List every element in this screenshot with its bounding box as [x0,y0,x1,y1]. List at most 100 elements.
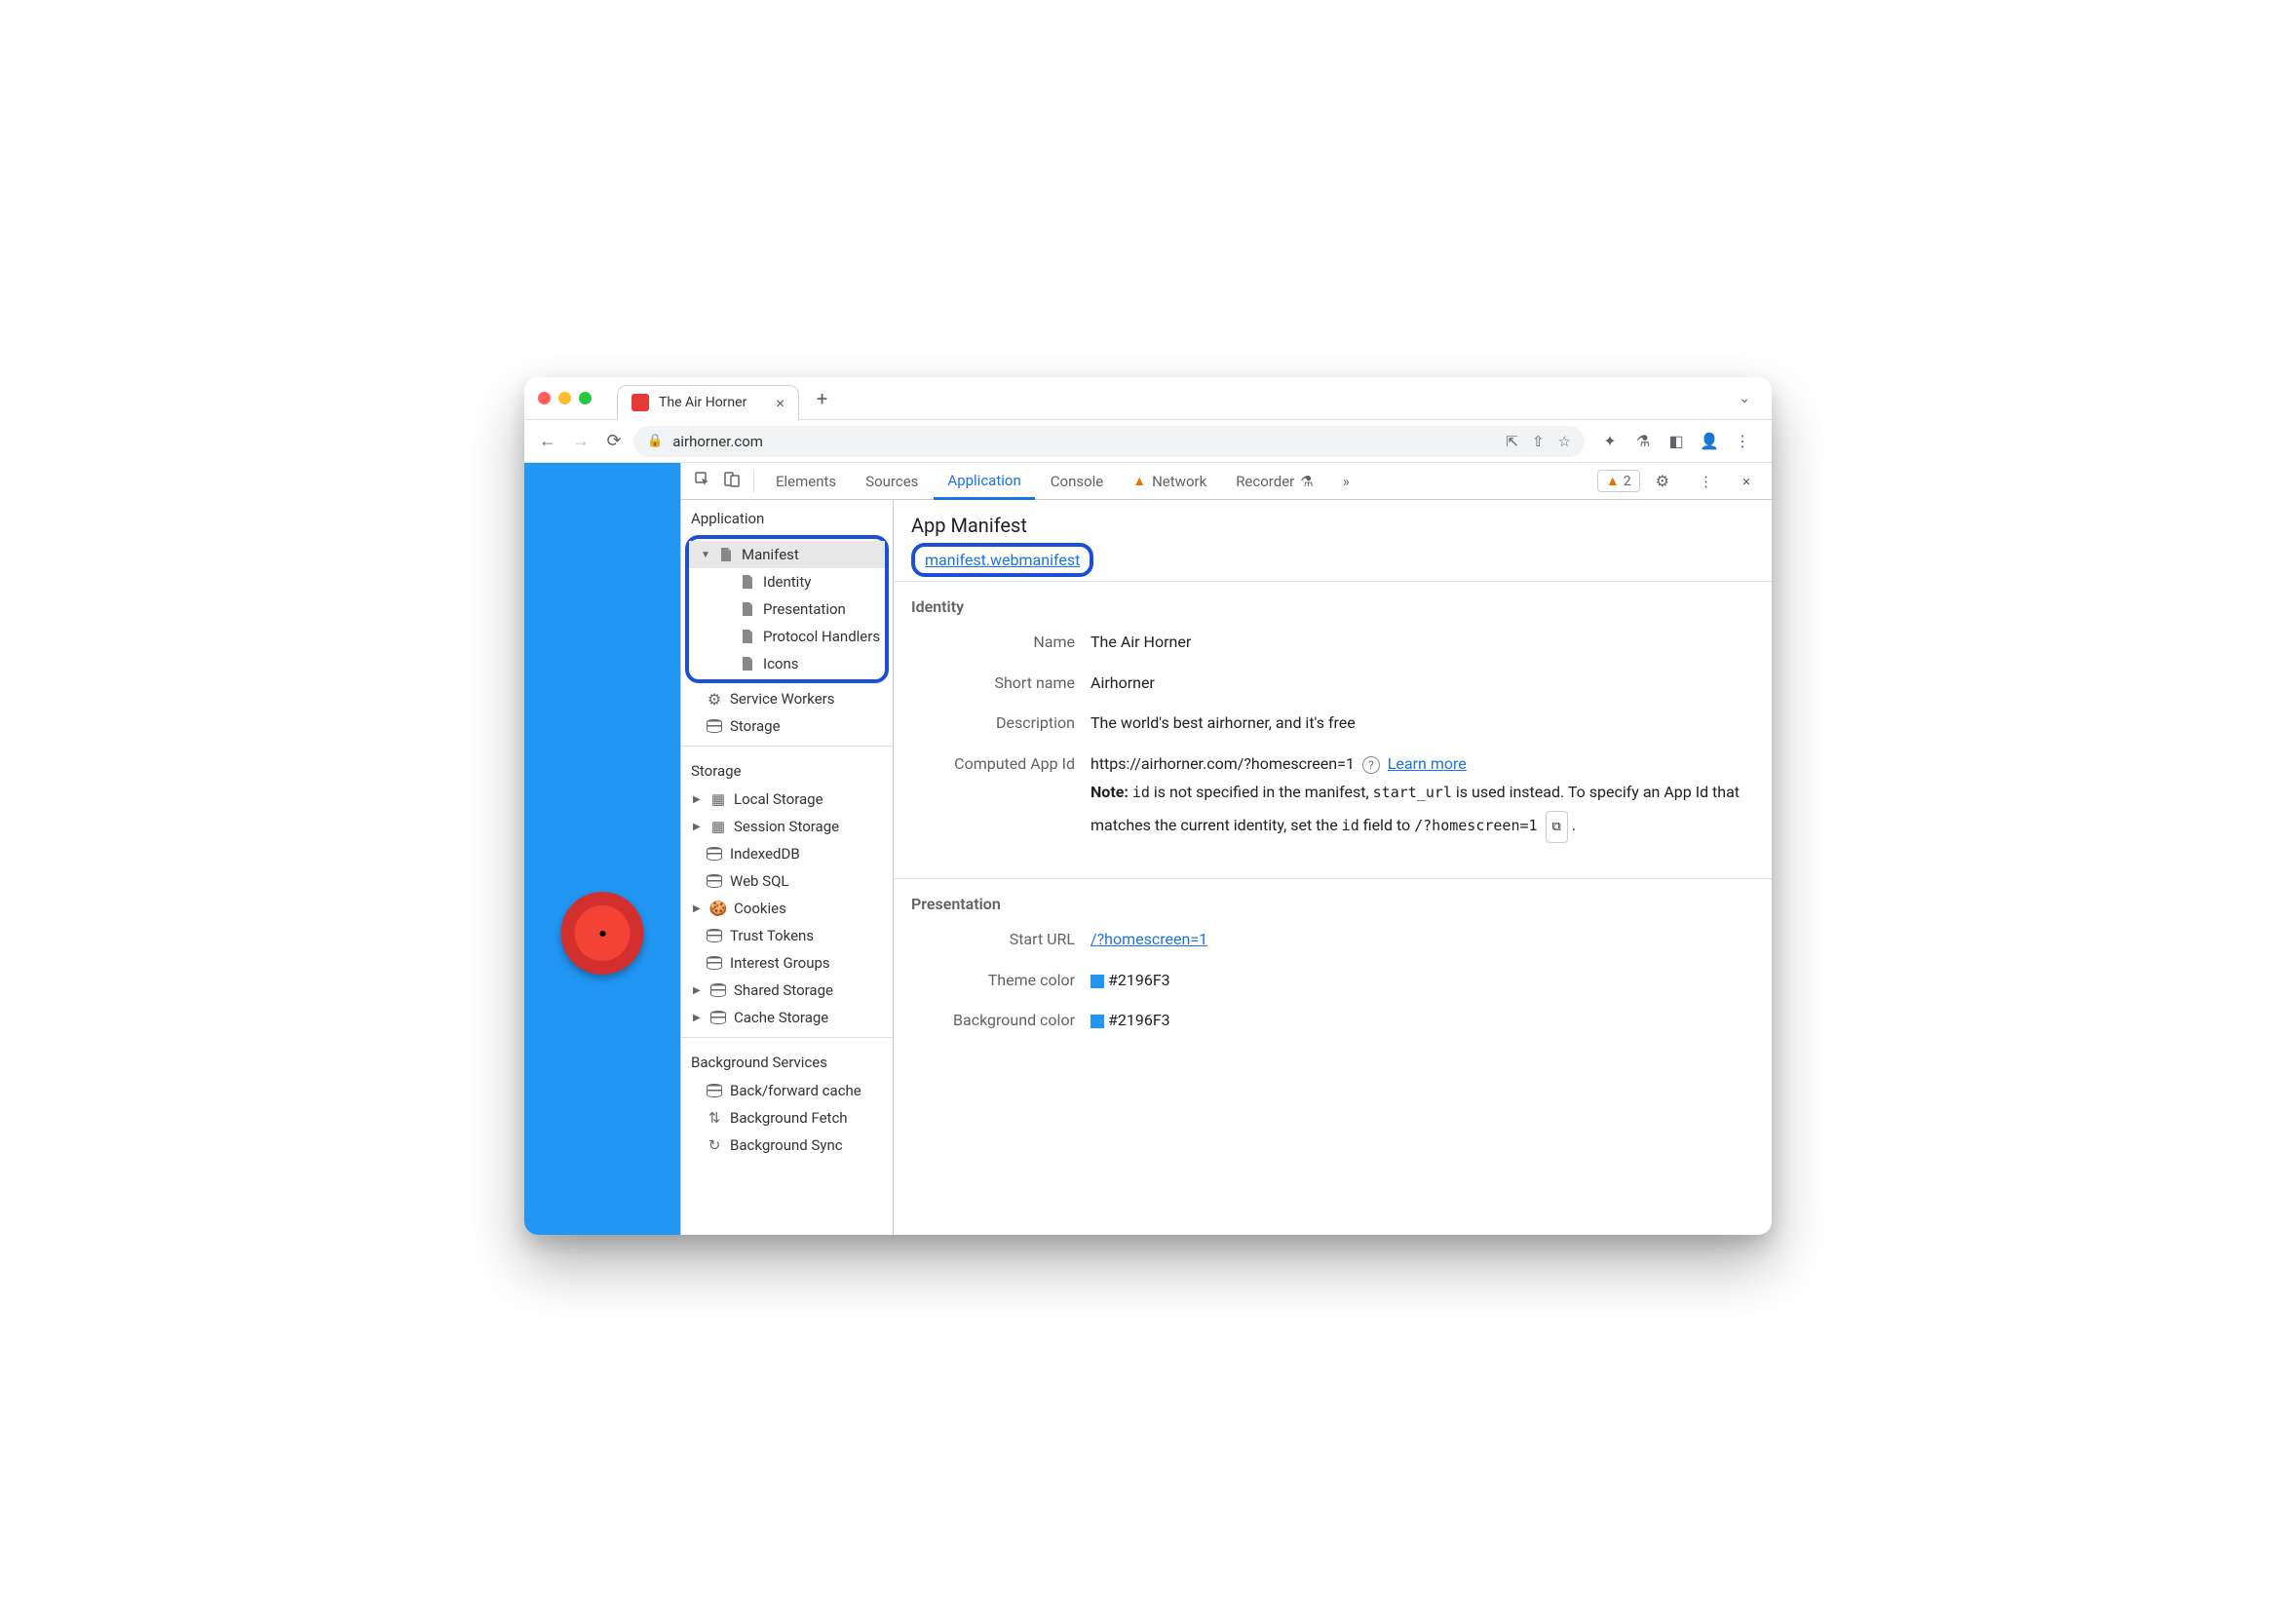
warning-icon: ▲ [1132,473,1146,489]
manifest-highlight: ▼ Manifest Identity Presentation Protoco… [685,535,889,683]
sidebar-item-cookies[interactable]: ▶🍪Cookies [681,895,893,922]
shortname-value: Airhorner [1091,671,1754,696]
sidebar-item-session-storage[interactable]: ▶▦Session Storage [681,813,893,840]
url-text: airhorner.com [672,433,763,450]
sidebar-item-storage[interactable]: Storage [681,712,893,740]
sidebar-item-shared-storage[interactable]: ▶Shared Storage [681,977,893,1004]
copy-button[interactable]: ⧉ [1546,811,1568,843]
browser-toolbar: ← → ⟳ 🔒 airhorner.com ⇱ ⇧ ☆ ✦ ⚗ ◧ 👤 ⋮ [524,420,1772,463]
file-icon [740,629,755,644]
database-icon [707,846,722,862]
sidebar-item-cache-storage[interactable]: ▶Cache Storage [681,1004,893,1031]
database-icon [710,982,726,998]
close-window-button[interactable] [538,392,551,404]
section-title-presentation: Presentation [911,895,1754,913]
new-tab-button[interactable]: + [817,387,827,410]
back-button[interactable]: ← [534,428,561,455]
learn-more-link[interactable]: Learn more [1388,754,1467,773]
inspect-element-button[interactable] [689,468,716,495]
themecolor-label: Theme color [911,968,1075,993]
extension-icons: ✦ ⚗ ◧ 👤 ⋮ [1590,430,1762,453]
extensions-button[interactable]: ✦ [1598,430,1622,453]
database-icon [707,928,722,943]
tab-close-button[interactable]: × [776,394,784,412]
sidebar-item-websql[interactable]: Web SQL [681,867,893,895]
browser-tab[interactable]: The Air Horner × [617,385,799,420]
bookmark-icon[interactable]: ☆ [1558,433,1571,450]
titlebar: The Air Horner × + ⌄ [524,377,1772,420]
help-icon[interactable]: ? [1362,756,1380,774]
appid-value: https://airhorner.com/?homescreen=1 ? Le… [1091,751,1754,843]
database-icon [710,1010,726,1025]
sidebar-item-local-storage[interactable]: ▶▦Local Storage [681,786,893,813]
sidebar-item-bg-fetch[interactable]: ⇅Background Fetch [681,1104,893,1132]
profile-button[interactable]: 👤 [1698,430,1721,453]
sidebar-item-service-workers[interactable]: ⚙Service Workers [681,685,893,712]
manifest-file-link[interactable]: manifest.webmanifest [925,551,1080,569]
minimize-window-button[interactable] [558,392,571,404]
airhorn-button[interactable] [561,892,644,975]
table-icon: ▦ [710,791,726,807]
forward-button[interactable]: → [567,428,594,455]
file-icon [740,601,755,617]
install-icon[interactable]: ⇱ [1506,433,1518,450]
description-value: The world's best airhorner, and it's fre… [1091,710,1754,736]
name-label: Name [911,630,1075,655]
sidebar-item-protocol-handlers[interactable]: Protocol Handlers [689,623,885,650]
devtools-tabbar: Elements Sources Application Console ▲Ne… [681,463,1772,500]
tabs-dropdown-button[interactable]: ⌄ [1731,391,1758,406]
issues-badge[interactable]: ▲2 [1597,470,1640,492]
flask-icon: ⚗ [1300,473,1313,490]
bgcolor-label: Background color [911,1008,1075,1033]
sidebar-item-presentation[interactable]: Presentation [689,595,885,623]
sidebar-item-icons[interactable]: Icons [689,650,885,677]
database-icon [707,873,722,889]
table-icon: ▦ [710,819,726,834]
chevron-right-icon: ▶ [693,794,703,805]
appid-label: Computed App Id [911,751,1075,777]
chevron-down-icon: ▼ [701,550,710,560]
tab-elements[interactable]: Elements [762,465,850,498]
sidebar-item-interest-groups[interactable]: Interest Groups [681,949,893,977]
sidebar-item-identity[interactable]: Identity [689,568,885,595]
address-bar[interactable]: 🔒 airhorner.com ⇱ ⇧ ☆ [633,426,1585,457]
tab-network[interactable]: ▲Network [1119,465,1220,498]
warning-icon: ▲ [1606,473,1620,489]
starturl-link[interactable]: /?homescreen=1 [1091,930,1207,948]
sidebar-item-bfcache[interactable]: Back/forward cache [681,1077,893,1104]
more-tabs-button[interactable]: » [1329,465,1363,498]
file-icon [740,574,755,590]
bgcolor-value: #2196F3 [1091,1008,1754,1033]
tab-application[interactable]: Application [934,464,1034,500]
maximize-window-button[interactable] [579,392,592,404]
reload-button[interactable]: ⟳ [600,428,628,455]
sidebar-item-trust-tokens[interactable]: Trust Tokens [681,922,893,949]
sidebar-group-background: Background Services [681,1044,893,1077]
chevron-right-icon: ▶ [693,822,703,832]
panel-title: App Manifest [911,514,1754,537]
device-toolbar-button[interactable] [718,468,746,495]
sidebar-item-indexeddb[interactable]: IndexedDB [681,840,893,867]
browser-window: The Air Horner × + ⌄ ← → ⟳ 🔒 airhorner.c… [524,377,1772,1235]
devtools-menu-button[interactable]: ⋮ [1685,465,1727,498]
file-icon [718,547,734,562]
database-icon [707,1083,722,1098]
favicon-icon [631,394,649,411]
share-icon[interactable]: ⇧ [1532,433,1545,450]
devtools-close-button[interactable]: × [1729,465,1764,498]
sync-icon: ↻ [707,1137,722,1153]
tab-console[interactable]: Console [1037,465,1118,498]
tab-sources[interactable]: Sources [852,465,932,498]
labs-icon[interactable]: ⚗ [1631,430,1655,453]
settings-button[interactable]: ⚙ [1642,464,1683,498]
sidepanel-icon[interactable]: ◧ [1665,430,1688,453]
chevron-right-icon: ▶ [693,985,703,996]
menu-button[interactable]: ⋮ [1731,430,1754,453]
sidebar-item-bg-sync[interactable]: ↻Background Sync [681,1132,893,1159]
file-icon [740,656,755,672]
name-value: The Air Horner [1091,630,1754,655]
manifest-link-highlight: manifest.webmanifest [911,543,1093,577]
sidebar-item-manifest[interactable]: ▼ Manifest [689,541,885,568]
tab-recorder[interactable]: Recorder ⚗ [1222,465,1327,498]
transfer-icon: ⇅ [707,1110,722,1126]
